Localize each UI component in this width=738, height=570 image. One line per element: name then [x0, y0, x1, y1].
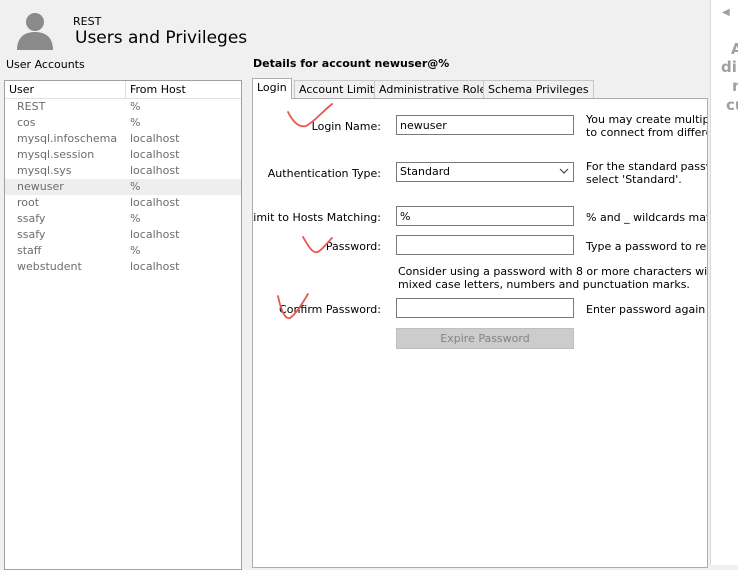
account-user: mysql.sys: [17, 164, 72, 177]
login-name-hint: You may create multiple ato connect from…: [586, 113, 708, 139]
account-row[interactable]: mysql.sys localhost: [5, 163, 241, 179]
confirm-password-input[interactable]: [396, 298, 574, 318]
account-host: %: [130, 116, 141, 129]
collapse-arrow-icon[interactable]: ◀: [722, 7, 730, 18]
user-accounts-label: User Accounts: [6, 58, 85, 71]
host-match-input[interactable]: [396, 206, 574, 226]
account-host: localhost: [130, 164, 180, 177]
account-row[interactable]: cos%: [5, 115, 241, 131]
details-title: Details for account newuser@%: [253, 57, 450, 70]
page-title: Users and Privileges: [75, 28, 248, 48]
account-user: ssafy: [17, 228, 46, 241]
account-host: localhost: [130, 148, 180, 161]
account-user: ssafy: [17, 212, 46, 225]
host-match-hint: % and _ wildcards may b: [586, 211, 707, 224]
host-match-label: Limit to Hosts Matching:: [252, 211, 381, 224]
annotation-check-mark: [277, 293, 309, 319]
annotation-check-mark: [302, 236, 333, 254]
confirm-password-hint: Enter password again to: [586, 303, 708, 316]
tab-administrative-roles[interactable]: Administrative Roles: [374, 80, 497, 98]
auth-type-select[interactable]: Standard: [396, 162, 574, 182]
auth-type-label: Authentication Type:: [267, 167, 381, 180]
account-host: %: [130, 244, 141, 257]
account-host: localhost: [130, 228, 180, 241]
connection-name: REST: [73, 15, 102, 28]
account-host: %: [130, 100, 141, 113]
expire-password-button[interactable]: Expire Password: [396, 328, 574, 349]
account-row[interactable]: mysql.session localhost: [5, 147, 241, 163]
user-accounts-list[interactable]: User From Host REST% cos% mysql.infoschema…: [4, 80, 242, 570]
account-host: localhost: [130, 260, 180, 273]
tab-account-limits[interactable]: Account Limits: [294, 80, 385, 98]
account-user: newuser: [17, 180, 64, 193]
account-row[interactable]: newuser%: [5, 179, 241, 195]
column-header-user[interactable]: User: [5, 81, 126, 99]
right-pane-text-4: cu: [726, 96, 738, 114]
account-user: mysql.infoschema: [17, 132, 118, 145]
account-rows: REST% cos% mysql.infoschema localhost mysql.…: [5, 99, 241, 275]
account-host: localhost: [130, 132, 180, 145]
account-host: %: [130, 180, 141, 193]
account-user: mysql.session: [17, 148, 95, 161]
right-side-panel: ◀ A di r cu: [710, 0, 738, 565]
account-user: cos: [17, 116, 36, 129]
account-host: %: [130, 212, 141, 225]
login-tab-panel: Login Name: You may create multiple ato …: [252, 98, 708, 568]
user-avatar-icon: [17, 13, 53, 50]
account-user: staff: [17, 244, 42, 257]
account-user: root: [17, 196, 40, 209]
right-pane-text-1: A: [731, 40, 738, 58]
tab-schema-privileges[interactable]: Schema Privileges: [483, 80, 594, 98]
auth-type-hint: For the standard passwo select 'Standard'…: [586, 160, 708, 186]
right-pane-text-3: r: [732, 77, 738, 95]
account-row[interactable]: webstudent localhost: [5, 259, 241, 275]
password-hint: Type a password to rese: [586, 240, 708, 253]
account-user: REST: [17, 100, 46, 113]
account-row[interactable]: ssafy%: [5, 211, 241, 227]
account-row[interactable]: root localhost: [5, 195, 241, 211]
chevron-down-icon: [559, 168, 569, 174]
annotation-check-mark: [287, 103, 333, 128]
login-name-input[interactable]: [396, 115, 574, 135]
account-user: webstudent: [17, 260, 82, 273]
account-row[interactable]: staff%: [5, 243, 241, 259]
account-row[interactable]: REST%: [5, 99, 241, 115]
right-pane-text-2: di: [721, 58, 737, 76]
tab-login[interactable]: Login: [252, 78, 292, 99]
column-header-from-host[interactable]: From Host: [126, 81, 241, 99]
account-row[interactable]: ssafy localhost: [5, 227, 241, 243]
account-host: localhost: [130, 196, 180, 209]
account-row[interactable]: mysql.infoschema localhost: [5, 131, 241, 147]
password-input[interactable]: [396, 235, 574, 255]
auth-type-value: Standard: [400, 165, 451, 178]
password-note: Consider using a password with 8 or more…: [398, 265, 708, 291]
